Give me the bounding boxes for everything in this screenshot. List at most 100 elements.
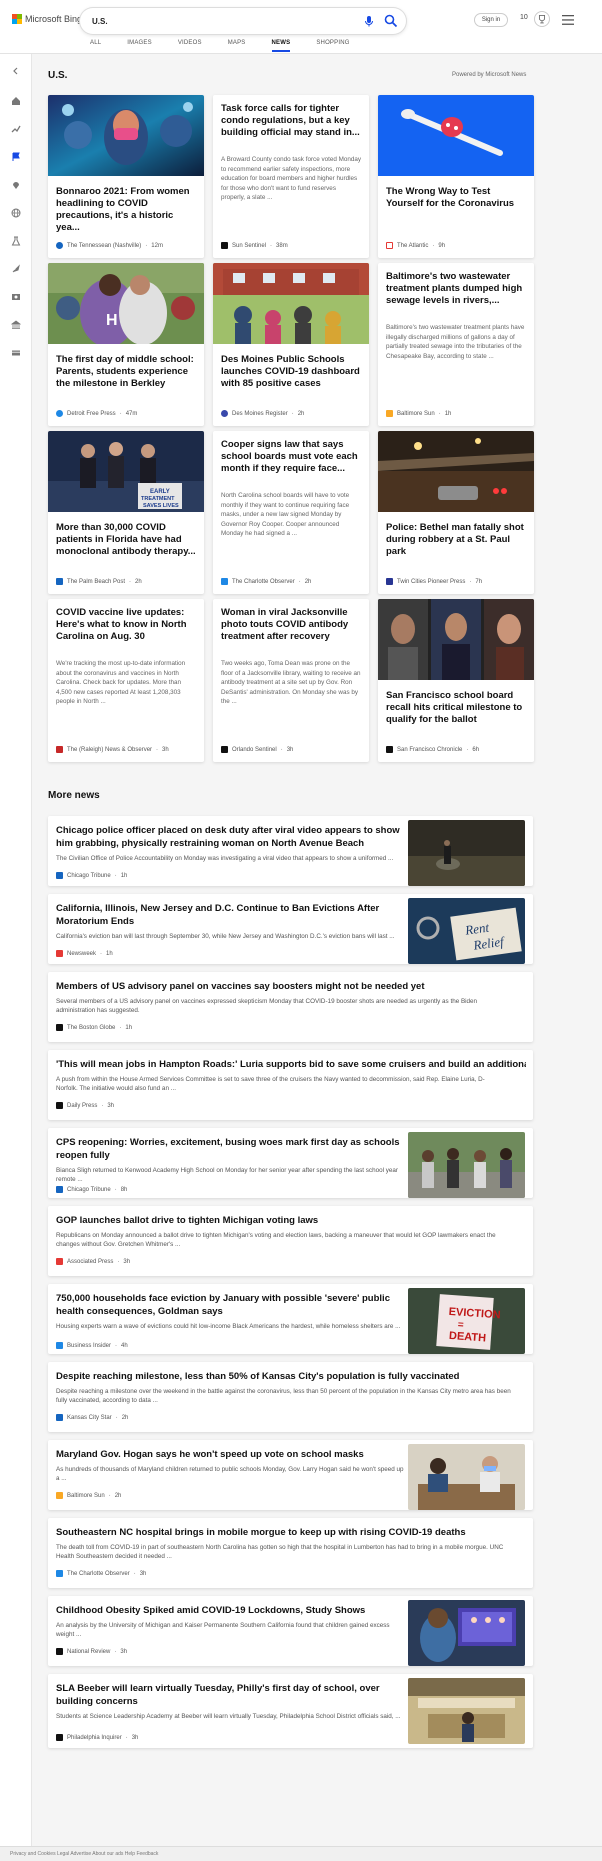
- news-card[interactable]: Bonnaroo 2021: From women headlining to …: [48, 95, 204, 258]
- news-card[interactable]: The Wrong Way to Test Yourself for the C…: [378, 95, 534, 258]
- news-title[interactable]: CPS reopening: Worries, excitement, busi…: [56, 1136, 406, 1162]
- trending-icon[interactable]: [11, 124, 21, 134]
- search-input[interactable]: [92, 14, 332, 28]
- news-source[interactable]: Philadelphia Inquirer · 3h: [56, 1734, 138, 1741]
- money-icon[interactable]: [11, 348, 21, 358]
- news-list-item[interactable]: Despite reaching milestone, less than 50…: [48, 1362, 533, 1432]
- news-list-item[interactable]: Chicago police officer placed on desk du…: [48, 816, 533, 886]
- news-title[interactable]: SLA Beeber will learn virtually Tuesday,…: [56, 1682, 406, 1708]
- globe-icon[interactable]: [11, 208, 21, 218]
- card-source[interactable]: Sun Sentinel · 38m: [221, 242, 288, 249]
- news-list-item[interactable]: Members of US advisory panel on vaccines…: [48, 972, 533, 1042]
- card-title[interactable]: More than 30,000 COVID patients in Flori…: [56, 522, 196, 558]
- news-card[interactable]: H The first day of middle school: Parent…: [48, 263, 204, 426]
- rewards-points[interactable]: 10: [520, 14, 528, 21]
- search-icon[interactable]: [383, 13, 399, 29]
- card-title[interactable]: COVID vaccine live updates: Here's what …: [56, 607, 196, 643]
- card-source[interactable]: The Atlantic · 9h: [386, 242, 445, 249]
- news-card[interactable]: Police: Bethel man fatally shot during r…: [378, 431, 534, 594]
- search-box[interactable]: [80, 8, 406, 34]
- news-source[interactable]: Chicago Tribune · 8h: [56, 1186, 127, 1193]
- news-source[interactable]: The Boston Globe · 1h: [56, 1024, 132, 1031]
- news-title[interactable]: Childhood Obesity Spiked amid COVID-19 L…: [56, 1604, 406, 1617]
- news-title[interactable]: Despite reaching milestone, less than 50…: [56, 1370, 516, 1383]
- tab-images[interactable]: IMAGES: [127, 40, 152, 46]
- card-title[interactable]: The Wrong Way to Test Yourself for the C…: [386, 186, 526, 210]
- rewards-trophy-icon[interactable]: [534, 11, 550, 27]
- publisher-logo-icon: [56, 1258, 63, 1265]
- menu-icon[interactable]: [562, 15, 574, 25]
- card-source[interactable]: The Charlotte Observer · 2h: [221, 578, 311, 585]
- news-card[interactable]: Woman in viral Jacksonville photo touts …: [213, 599, 369, 762]
- news-card[interactable]: Baltimore's two wastewater treatment pla…: [378, 263, 534, 426]
- card-title[interactable]: Baltimore's two wastewater treatment pla…: [386, 271, 526, 307]
- card-source[interactable]: Twin Cities Pioneer Press · 7h: [386, 578, 482, 585]
- news-title[interactable]: Chicago police officer placed on desk du…: [56, 824, 406, 850]
- us-flag-icon[interactable]: [11, 152, 21, 162]
- news-list-item[interactable]: Southeastern NC hospital brings in mobil…: [48, 1518, 533, 1588]
- technology-rocket-icon[interactable]: [11, 264, 21, 274]
- card-title[interactable]: Cooper signs law that says school boards…: [221, 439, 361, 475]
- news-list-item[interactable]: Maryland Gov. Hogan says he won't speed …: [48, 1440, 533, 1510]
- card-source[interactable]: Baltimore Sun · 1h: [386, 410, 451, 417]
- tab-shopping[interactable]: SHOPPING: [316, 40, 349, 46]
- entertainment-icon[interactable]: [11, 292, 21, 302]
- news-source[interactable]: Chicago Tribune · 1h: [56, 872, 127, 879]
- news-source[interactable]: Associated Press · 3h: [56, 1258, 130, 1265]
- card-source[interactable]: Detroit Free Press · 47m: [56, 410, 137, 417]
- news-source[interactable]: The Charlotte Observer · 3h: [56, 1570, 146, 1577]
- home-icon[interactable]: [11, 96, 21, 106]
- card-source[interactable]: Des Moines Register · 2h: [221, 410, 304, 417]
- card-title[interactable]: Police: Bethel man fatally shot during r…: [386, 522, 526, 558]
- politics-building-icon[interactable]: [11, 320, 21, 330]
- card-source[interactable]: The Palm Beach Post · 2h: [56, 578, 142, 585]
- card-source[interactable]: The Tennessean (Nashville) · 12m: [56, 242, 163, 249]
- news-source[interactable]: Daily Press · 3h: [56, 1102, 114, 1109]
- news-title[interactable]: Southeastern NC hospital brings in mobil…: [56, 1526, 516, 1539]
- news-list-item[interactable]: California, Illinois, New Jersey and D.C…: [48, 894, 533, 964]
- collapse-arrow-icon[interactable]: [11, 66, 21, 76]
- news-title[interactable]: 750,000 households face eviction by Janu…: [56, 1292, 406, 1318]
- card-title[interactable]: The first day of middle school: Parents,…: [56, 354, 196, 390]
- microphone-icon[interactable]: [362, 14, 376, 28]
- news-list-item[interactable]: CPS reopening: Worries, excitement, busi…: [48, 1128, 533, 1198]
- tab-all[interactable]: ALL: [90, 40, 101, 46]
- news-title[interactable]: GOP launches ballot drive to tighten Mic…: [56, 1214, 516, 1227]
- news-list-item[interactable]: SLA Beeber will learn virtually Tuesday,…: [48, 1674, 533, 1748]
- news-source[interactable]: Baltimore Sun · 2h: [56, 1492, 121, 1499]
- card-title[interactable]: San Francisco school board recall hits c…: [386, 690, 526, 726]
- news-source[interactable]: Kansas City Star · 2h: [56, 1414, 128, 1421]
- news-source[interactable]: National Review · 3h: [56, 1648, 127, 1655]
- card-source[interactable]: Orlando Sentinel · 3h: [221, 746, 293, 753]
- news-title[interactable]: California, Illinois, New Jersey and D.C…: [56, 902, 406, 928]
- card-title[interactable]: Bonnaroo 2021: From women headlining to …: [56, 186, 196, 234]
- card-title[interactable]: Woman in viral Jacksonville photo touts …: [221, 607, 361, 643]
- bing-logo[interactable]: Microsoft Bing: [12, 14, 82, 24]
- location-pin-icon[interactable]: [11, 180, 21, 190]
- tab-news[interactable]: NEWS: [271, 40, 291, 52]
- tab-videos[interactable]: VIDEOS: [178, 40, 202, 46]
- news-card[interactable]: COVID vaccine live updates: Here's what …: [48, 599, 204, 762]
- news-title[interactable]: 'This will mean jobs in Hampton Roads:' …: [56, 1058, 526, 1071]
- news-card[interactable]: Cooper signs law that says school boards…: [213, 431, 369, 594]
- news-list-item[interactable]: 750,000 households face eviction by Janu…: [48, 1284, 533, 1354]
- card-source[interactable]: The (Raleigh) News & Observer · 3h: [56, 746, 169, 753]
- news-card[interactable]: EARLY TREATMENT SAVES LIVES More than 30,0…: [48, 431, 204, 594]
- news-title[interactable]: Maryland Gov. Hogan says he won't speed …: [56, 1448, 406, 1461]
- news-list-item[interactable]: 'This will mean jobs in Hampton Roads:' …: [48, 1050, 533, 1120]
- science-icon[interactable]: [11, 236, 21, 246]
- news-list-item[interactable]: GOP launches ballot drive to tighten Mic…: [48, 1206, 533, 1276]
- tab-maps[interactable]: MAPS: [228, 40, 246, 46]
- sign-in-button[interactable]: Sign in: [474, 13, 508, 27]
- card-title[interactable]: Des Moines Public Schools launches COVID…: [221, 354, 361, 390]
- footer-links[interactable]: Privacy and Cookies Legal Advertise Abou…: [10, 1851, 158, 1857]
- card-source[interactable]: San Francisco Chronicle · 6h: [386, 746, 479, 753]
- news-source[interactable]: Business Insider · 4h: [56, 1342, 128, 1349]
- news-source[interactable]: Newsweek · 1h: [56, 950, 113, 957]
- news-card[interactable]: Des Moines Public Schools launches COVID…: [213, 263, 369, 426]
- news-title[interactable]: Members of US advisory panel on vaccines…: [56, 980, 516, 993]
- card-title[interactable]: Task force calls for tighter condo regul…: [221, 103, 361, 139]
- news-card[interactable]: Task force calls for tighter condo regul…: [213, 95, 369, 258]
- news-card[interactable]: San Francisco school board recall hits c…: [378, 599, 534, 762]
- news-list-item[interactable]: Childhood Obesity Spiked amid COVID-19 L…: [48, 1596, 533, 1666]
